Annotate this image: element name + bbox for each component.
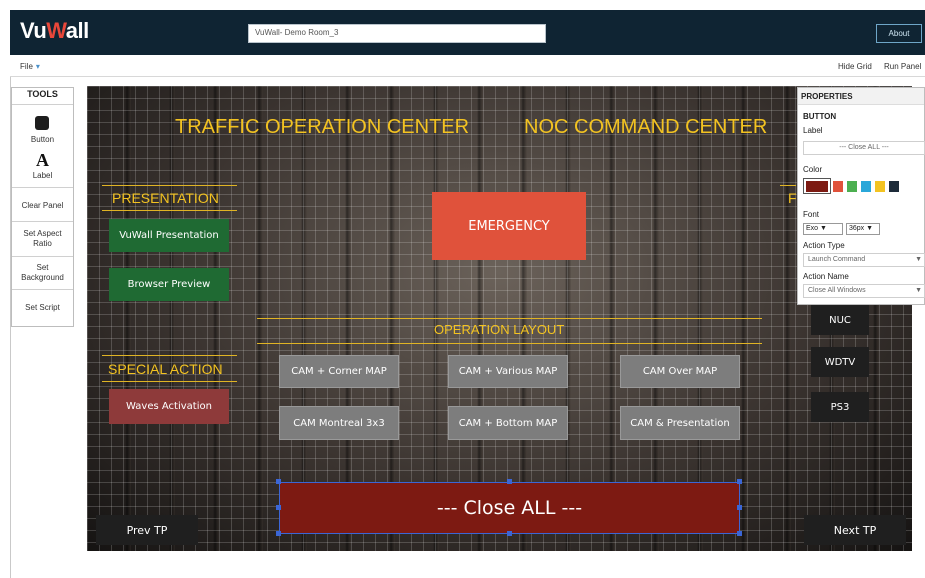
wdtv-button[interactable]: WDTV [811,347,869,377]
label-heading: Label [803,126,823,135]
next-tp-button[interactable]: Next TP [804,515,906,545]
color-swatch-yellow[interactable] [875,181,885,192]
section-presentation-label[interactable]: PRESENTATION [112,190,219,206]
action-type-heading: Action Type [803,241,845,250]
font-heading: Font [803,210,820,219]
menu-bar [10,55,925,77]
set-aspect-ratio-button[interactable]: Set Aspect Ratio [11,229,74,249]
section-divider [102,185,237,186]
chevron-down-icon: ▼ [866,225,874,232]
file-menu-label: File [20,62,33,71]
set-script-button[interactable]: Set Script [11,303,74,313]
label-tool-label[interactable]: Label [11,171,74,181]
resize-handle[interactable] [276,479,281,484]
font-size-value: 36px [849,225,865,232]
action-name-value: Close All Windows [808,287,866,294]
cam-over-map-button[interactable]: CAM Over MAP [620,355,740,388]
section-divider [102,381,237,382]
run-panel-button[interactable]: Run Panel [884,62,921,71]
chevron-down-icon: ▼ [820,225,827,232]
hide-grid-button[interactable]: Hide Grid [838,62,872,71]
file-menu[interactable]: File ▾ [20,62,40,71]
nuc-button[interactable]: NUC [811,305,869,335]
vuwall-logo: VuWall [20,18,89,44]
color-swatch-red[interactable] [833,181,843,192]
section-divider [102,210,237,211]
vuwall-presentation-button[interactable]: VuWall Presentation [109,219,229,252]
close-all-button[interactable]: --- Close ALL --- [279,482,740,534]
set-aspect-ratio-line2: Ratio [33,239,52,248]
resize-handle[interactable] [276,531,281,536]
section-special-action-label[interactable]: SPECIAL ACTION [108,361,223,377]
room-name-input[interactable]: VuWall- Demo Room_3 [248,24,546,43]
set-background-line2: Background [21,273,64,282]
tools-divider [12,104,73,105]
tools-divider [12,187,73,188]
color-heading: Color [803,165,823,174]
section-operation-layout-label[interactable]: OPERATION LAYOUT [434,322,564,337]
tools-divider [12,256,73,257]
about-button[interactable]: About [876,24,922,43]
resize-handle[interactable] [276,505,281,510]
ps3-button[interactable]: PS3 [811,392,869,422]
font-size-select[interactable]: 36px ▼ [846,223,880,235]
label-tool-icon[interactable]: A [11,150,74,171]
section-f-label[interactable]: F [788,190,797,206]
action-name-select[interactable]: Close All Windows ▼ [803,284,925,298]
waves-activation-button[interactable]: Waves Activation [109,389,229,424]
chevron-down-icon: ▼ [915,256,922,263]
color-swatch-green[interactable] [847,181,857,192]
cam-bottom-map-button[interactable]: CAM + Bottom MAP [448,406,568,440]
cam-presentation-button[interactable]: CAM & Presentation [620,406,740,440]
tools-divider [12,221,73,222]
font-family-value: Exo [806,225,819,232]
section-divider [102,355,237,356]
canvas-title-traffic[interactable]: TRAFFIC OPERATION CENTER [175,116,469,139]
action-type-value: Launch Command [808,256,866,263]
prev-tp-button[interactable]: Prev TP [96,515,198,545]
resize-handle[interactable] [507,531,512,536]
resize-handle[interactable] [507,479,512,484]
color-swatch-cyan[interactable] [861,181,871,192]
action-type-select[interactable]: Launch Command ▼ [803,253,925,267]
logo-part-w: W [46,18,66,43]
canvas-title-noc[interactable]: NOC COMMAND CENTER [524,116,767,139]
section-divider [780,185,796,186]
cam-montreal-button[interactable]: CAM Montreal 3x3 [279,406,399,440]
tools-title: TOOLS [27,89,58,99]
resize-handle[interactable] [737,479,742,484]
properties-section-title: BUTTON [803,112,837,121]
logo-part-all: all [65,18,89,43]
resize-handle[interactable] [737,531,742,536]
section-divider [257,343,762,344]
set-background-button[interactable]: Set Background [11,263,74,283]
clear-panel-button[interactable]: Clear Panel [11,201,74,211]
set-aspect-ratio-line1: Set Aspect [23,229,62,238]
font-family-select[interactable]: Exo ▼ [803,223,843,235]
emergency-button[interactable]: EMERGENCY [432,192,586,260]
button-tool-icon[interactable] [35,116,49,130]
browser-preview-button[interactable]: Browser Preview [109,268,229,301]
section-divider [257,318,762,319]
color-swatch-navy[interactable] [889,181,899,192]
cam-corner-map-button[interactable]: CAM + Corner MAP [279,355,399,388]
logo-part-vu: Vu [20,18,47,43]
properties-title: PROPERTIES [798,88,924,105]
action-name-heading: Action Name [803,272,849,281]
set-background-line1: Set [36,263,49,272]
resize-handle[interactable] [737,505,742,510]
button-tool-label[interactable]: Button [11,135,74,145]
tools-divider [12,289,73,290]
cam-various-map-button[interactable]: CAM + Various MAP [448,355,568,388]
label-input[interactable]: --- Close ALL --- [803,141,925,155]
chevron-down-icon: ▾ [35,62,40,71]
chevron-down-icon: ▼ [915,287,922,294]
color-swatch-dark-red[interactable] [806,181,828,192]
